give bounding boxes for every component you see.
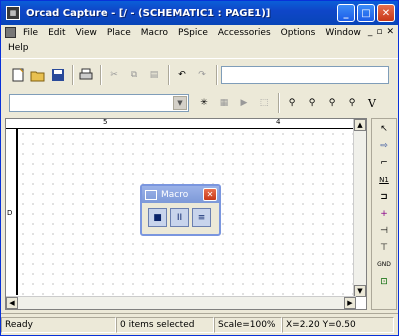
redo-icon[interactable]: ↷ (193, 66, 211, 84)
new-icon[interactable] (9, 66, 27, 84)
scroll-left-icon[interactable]: ◀ (6, 297, 18, 309)
menu-place[interactable]: Place (102, 28, 136, 38)
top-ruler: 5 4 (6, 118, 366, 129)
vertical-scrollbar[interactable]: ▲ ▼ (353, 119, 366, 297)
cut-icon[interactable]: ✂ (105, 66, 123, 84)
probe-current-icon[interactable]: ⚲ (303, 94, 321, 112)
macro-close-button[interactable]: ✕ (203, 188, 217, 201)
chevron-down-icon[interactable]: ▼ (173, 96, 187, 110)
ruler-number: 5 (103, 118, 108, 126)
secondary-toolbar: ▼ ✳ ▦ ▶ ⬚ ⚲ ⚲ ⚲ ⚲ V (1, 90, 398, 116)
menu-options[interactable]: Options (276, 28, 321, 38)
window-title: Orcad Capture - [/ - (SCHEMATIC1 : PAGE1… (26, 7, 271, 19)
window-icon (145, 189, 157, 200)
menu-pspice[interactable]: PSpice (173, 28, 213, 38)
menu-bar: File Edit View Place Macro PSpice Access… (1, 25, 398, 57)
menu-edit[interactable]: Edit (43, 28, 70, 38)
ground-icon[interactable]: GND (374, 257, 394, 272)
net-alias-icon[interactable]: N1 (374, 172, 394, 187)
macro-toolbar[interactable]: Macro ✕ ■ II ≡ (140, 184, 221, 236)
macro-stop-button[interactable]: ■ (148, 208, 167, 227)
ruler-number: 4 (276, 118, 281, 126)
menu-macro[interactable]: Macro (136, 28, 173, 38)
macro-title: Macro (161, 189, 189, 200)
tool-palette: ↖ ⇨ ⌐ N1 ⊐ + ⊣ ⊤ GND ⊡ (371, 118, 397, 310)
menu-file[interactable]: File (18, 28, 43, 38)
part-search-combo[interactable] (221, 65, 389, 84)
probe-voltage-icon[interactable]: ⚲ (283, 94, 301, 112)
netlist-icon[interactable]: ▦ (215, 94, 233, 112)
copy-icon[interactable]: ⧉ (125, 66, 143, 84)
left-ruler: D (6, 129, 16, 295)
probe-diff-icon[interactable]: ⚲ (343, 94, 361, 112)
status-coords: X=2.20 Y=0.50 (282, 316, 394, 333)
power-icon[interactable]: ⊤ (374, 240, 394, 255)
probe-power-icon[interactable]: ⚲ (323, 94, 341, 112)
status-ready: Ready (1, 316, 116, 333)
mdi-close-button[interactable]: ✕ (386, 27, 394, 37)
save-icon[interactable] (49, 66, 67, 84)
menu-help[interactable]: Help (3, 43, 34, 53)
sparkle-icon[interactable]: ✳ (195, 94, 213, 112)
menu-accessories[interactable]: Accessories (213, 28, 276, 38)
scroll-up-icon[interactable]: ▲ (354, 119, 366, 131)
menu-view[interactable]: View (71, 28, 102, 38)
print-icon[interactable] (77, 66, 95, 84)
application-window: ▦ Orcad Capture - [/ - (SCHEMATIC1 : PAG… (0, 0, 399, 336)
title-bar[interactable]: ▦ Orcad Capture - [/ - (SCHEMATIC1 : PAG… (1, 1, 398, 25)
paste-icon[interactable]: ▤ (145, 66, 163, 84)
menu-window[interactable]: Window (320, 28, 366, 38)
status-scale: Scale=100% (214, 316, 282, 333)
main-toolbar: ✂ ⧉ ▤ ↶ ↷ (1, 58, 398, 90)
off-page-icon[interactable]: ⊡ (374, 274, 394, 289)
play-icon[interactable]: ▶ (235, 94, 253, 112)
bus-entry-icon[interactable]: ⊣ (374, 223, 394, 238)
drc-icon[interactable]: ⬚ (255, 94, 273, 112)
mdi-minimize-button[interactable]: _ (368, 27, 373, 37)
parts-combo[interactable]: ▼ (9, 94, 189, 112)
ruler-marker: D (7, 209, 13, 217)
minimize-button[interactable]: _ (337, 4, 355, 22)
orcad-icon[interactable]: ▦ (6, 6, 20, 20)
horizontal-scrollbar[interactable]: ◀ ▶ (6, 296, 356, 309)
macro-pause-button[interactable]: II (170, 208, 189, 227)
mdi-restore-button[interactable]: ▫ (376, 27, 382, 37)
select-icon[interactable]: ↖ (374, 121, 394, 136)
voltage-button[interactable]: V (363, 94, 381, 112)
place-bus-icon[interactable]: ⊐ (374, 189, 394, 204)
close-button[interactable]: ✕ (377, 4, 395, 22)
maximize-button[interactable]: □ (357, 4, 375, 22)
place-wire-icon[interactable]: ⌐ (374, 155, 394, 170)
macro-configure-button[interactable]: ≡ (192, 208, 211, 227)
place-part-icon[interactable]: ⇨ (374, 138, 394, 153)
status-bar: Ready 0 items selected Scale=100% X=2.20… (1, 313, 398, 335)
scroll-right-icon[interactable]: ▶ (344, 297, 356, 309)
junction-icon[interactable]: + (374, 206, 394, 221)
undo-icon[interactable]: ↶ (173, 66, 191, 84)
document-icon[interactable] (5, 27, 16, 38)
status-selected: 0 items selected (116, 316, 214, 333)
macro-title-bar[interactable]: Macro ✕ (142, 186, 219, 203)
open-icon[interactable] (29, 66, 47, 84)
